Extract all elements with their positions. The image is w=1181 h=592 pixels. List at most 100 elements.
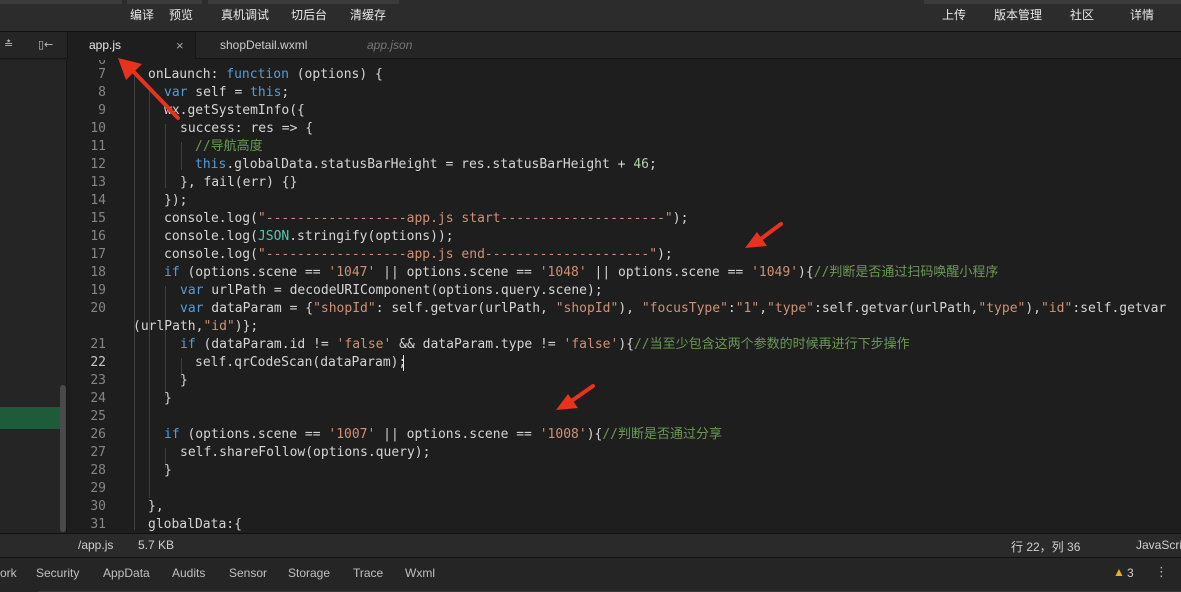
tab-network[interactable]: ork (0, 566, 17, 580)
tab-app-json[interactable]: app.json (346, 32, 446, 59)
preview-button[interactable]: 预览 (169, 6, 193, 23)
code-text: } (164, 463, 172, 478)
code-text: var urlPath = decodeURIComponent(options… (180, 283, 603, 298)
status-bar: /app.js 5.7 KB 行 22，列 36 JavaScript (0, 533, 1181, 557)
indent-guide (165, 286, 166, 396)
warning-icon[interactable]: ▲ (1113, 565, 1125, 579)
tab-audits[interactable]: Audits (172, 566, 205, 580)
code-text: } (180, 373, 188, 388)
line-number: 10 (90, 121, 106, 136)
panel-scrollbar[interactable] (60, 385, 66, 532)
file-tree-panel (0, 60, 67, 533)
tab-appdata[interactable]: AppData (103, 566, 150, 580)
line-number: 9 (98, 103, 106, 118)
code-text: } (164, 391, 172, 406)
outline-icon[interactable]: ≛ (4, 38, 13, 51)
tab-sensor[interactable]: Sensor (229, 566, 267, 580)
line-number: 14 (90, 193, 106, 208)
indent-guide (134, 70, 135, 530)
line-number: 19 (90, 283, 106, 298)
cursor-position[interactable]: 行 22，列 36 (1011, 538, 1080, 555)
device-debug-button[interactable]: 真机调试 (221, 6, 269, 23)
line-number: 15 (90, 211, 106, 226)
split-editor-icon[interactable]: ▯← (38, 38, 53, 51)
code-text: }); (164, 193, 188, 208)
code-text: console.log("------------------app.js st… (164, 211, 689, 226)
tab-label: shopDetail.wxml (220, 38, 308, 52)
tab-app-js[interactable]: app.js × (68, 32, 195, 59)
code-text: }, (148, 499, 164, 514)
line-number: 27 (90, 445, 106, 460)
code-text: if (options.scene == '1047' || options.s… (164, 265, 999, 280)
code-text: if (dataParam.id != 'false' && dataParam… (180, 337, 910, 352)
line-number: 18 (90, 265, 106, 280)
line-number: 23 (90, 373, 106, 388)
selected-file-highlight[interactable] (0, 407, 60, 429)
details-button[interactable]: 详情 (1130, 6, 1154, 23)
line-number: 8 (98, 85, 106, 100)
code-text: this.globalData.statusBarHeight = res.st… (195, 157, 657, 172)
devtools-tab-bar: ork Security AppData Audits Sensor Stora… (0, 557, 1181, 592)
code-text: }, fail(err) {} (180, 175, 298, 190)
tab-wxml[interactable]: Wxml (405, 566, 435, 580)
code-text: onLaunch: function (options) { (148, 67, 383, 82)
tab-storage[interactable]: Storage (288, 566, 330, 580)
line-number: 29 (90, 481, 106, 496)
version-management-button[interactable]: 版本管理 (994, 6, 1042, 23)
language-mode[interactable]: JavaScript (1136, 538, 1181, 552)
warning-count[interactable]: 3 (1127, 566, 1134, 580)
toolbar-strip (127, 0, 202, 4)
tab-label: app.js (89, 38, 122, 52)
line-number: 30 (90, 499, 106, 514)
editor-tab-bar: ≛ ▯← app.js × shopDetail.wxml app.json (0, 32, 1181, 59)
toolbar-strip (924, 0, 1181, 4)
code-editor[interactable]: 6 7 onLaunch: function (options) { 8 var s… (68, 60, 1181, 533)
code-text: self.qrCodeScan(dataParam); (195, 355, 407, 370)
file-size: 5.7 KB (138, 538, 175, 552)
line-number: 11 (90, 139, 106, 154)
code-text: success: res => { (180, 121, 314, 136)
code-text: if (options.scene == '1007' || options.s… (164, 427, 722, 442)
code-text: self.shareFollow(options.query); (180, 445, 431, 460)
tab-security[interactable]: Security (36, 566, 79, 580)
line-number: 22 (90, 355, 106, 370)
community-button[interactable]: 社区 (1070, 6, 1094, 23)
indent-guide (181, 142, 182, 170)
toolbar-strip (0, 0, 122, 4)
line-number: 25 (90, 409, 106, 424)
switch-background-button[interactable]: 切后台 (291, 6, 327, 23)
tab-shopdetail-wxml[interactable]: shopDetail.wxml (196, 32, 346, 59)
code-text: console.log("------------------app.js en… (164, 247, 673, 262)
code-text: (urlPath,"id")}; (133, 319, 259, 334)
file-path: /app.js (78, 538, 114, 552)
compile-button[interactable]: 编译 (130, 6, 154, 23)
line-number: 13 (90, 175, 106, 190)
text-cursor (403, 355, 404, 371)
indent-guide (149, 88, 150, 498)
line-number: 31 (90, 517, 106, 532)
line-number: 26 (90, 427, 106, 442)
toolbar-strip (208, 0, 399, 4)
line-number: 24 (90, 391, 106, 406)
code-text: var dataParam = {"shopId": self.getvar(u… (180, 301, 1167, 316)
line-number: 16 (90, 229, 106, 244)
indent-guide (165, 124, 166, 188)
line-number: 20 (90, 301, 106, 316)
code-comment: //导航高度 (195, 139, 263, 154)
more-menu-icon[interactable]: ⋮ (1155, 564, 1168, 580)
tab-trace[interactable]: Trace (353, 566, 383, 580)
close-icon[interactable]: × (176, 32, 184, 59)
line-number: 28 (90, 463, 106, 478)
clear-cache-button[interactable]: 清缓存 (350, 6, 386, 23)
line-number: 21 (90, 337, 106, 352)
line-number: 17 (90, 247, 106, 262)
line-number: 7 (98, 67, 106, 82)
code-text: console.log(JSON.stringify(options)); (164, 229, 454, 244)
upload-button[interactable]: 上传 (942, 6, 966, 23)
code-text: var self = this; (164, 85, 290, 100)
line-number: 12 (90, 157, 106, 172)
code-text: wx.getSystemInfo({ (164, 103, 305, 118)
top-toolbar: 编译 预览 真机调试 切后台 清缓存 上传 版本管理 社区 详情 (0, 0, 1181, 32)
code-text: globalData:{ (148, 517, 242, 532)
tab-label: app.json (367, 38, 413, 52)
